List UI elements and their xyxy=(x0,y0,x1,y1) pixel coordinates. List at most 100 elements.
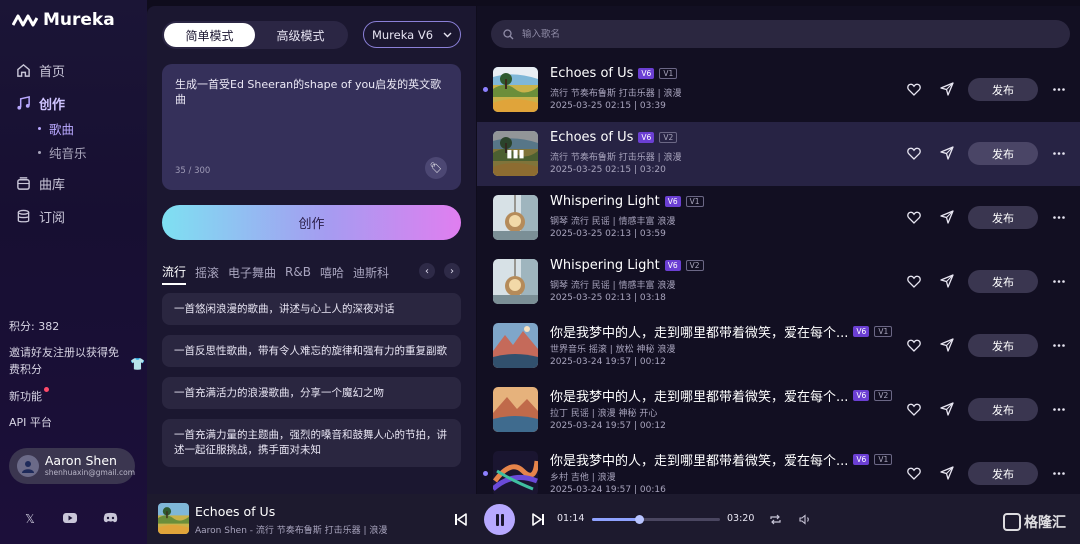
song-row[interactable]: 你是我梦中的人，走到哪里都带着微笑，爱在每个... V6 V1 世界音乐 摇滚 | 放… xyxy=(477,314,1080,378)
search-input[interactable] xyxy=(522,28,1042,40)
new-features-link[interactable]: 新功能 xyxy=(9,387,49,404)
invite-link[interactable]: 邀请好友注册以获得免费积分 👕 xyxy=(9,344,145,378)
genre-tab-disco[interactable]: 迪斯科 xyxy=(353,264,389,281)
api-platform-link[interactable]: API 平台 xyxy=(9,414,141,430)
like-button[interactable] xyxy=(905,272,923,290)
publish-button[interactable]: 发布 xyxy=(968,78,1038,101)
genre-tab-hiphop[interactable]: 嘻哈 xyxy=(320,264,344,281)
publish-button[interactable]: 发布 xyxy=(968,206,1038,229)
simple-mode-tab[interactable]: 简单模式 xyxy=(164,23,255,47)
logo[interactable]: Mureka xyxy=(12,10,115,30)
like-button[interactable] xyxy=(905,464,923,482)
song-cover[interactable] xyxy=(493,451,538,496)
publish-button[interactable]: 发布 xyxy=(968,462,1038,485)
share-button[interactable] xyxy=(938,144,956,162)
version-select[interactable]: Mureka V6 xyxy=(363,21,461,48)
song-row[interactable]: ▮▮▮ Echoes of Us V6 V2 流行 节奏布鲁斯 打击乐器 | 浪漫 202… xyxy=(477,122,1080,186)
more-button[interactable] xyxy=(1050,400,1068,418)
song-title-line: Echoes of Us V6 V1 xyxy=(550,66,678,81)
genre-prev-button[interactable]: ‹ xyxy=(419,263,435,279)
version-tag: V1 xyxy=(874,326,893,337)
song-row[interactable]: Whispering Light V6 V1 钢琴 流行 民谣 | 情感丰富 浪漫 20… xyxy=(477,186,1080,250)
genre-next-button[interactable]: › xyxy=(444,263,460,279)
song-cover[interactable] xyxy=(493,259,538,304)
song-row[interactable]: Whispering Light V6 V2 钢琴 流行 民谣 | 情感丰富 浪漫 20… xyxy=(477,250,1080,314)
nav-sub-songs[interactable]: 歌曲 xyxy=(38,119,141,137)
more-button[interactable] xyxy=(1050,80,1068,98)
more-button[interactable] xyxy=(1050,464,1068,482)
like-button[interactable] xyxy=(905,80,923,98)
progress-knob[interactable] xyxy=(635,515,645,524)
song-row[interactable]: 你是我梦中的人，走到哪里都带着微笑，爱在每个... V6 V2 拉丁 民谣 | 浪漫 … xyxy=(477,378,1080,442)
nav-subscribe[interactable]: 订阅 xyxy=(16,206,141,226)
song-cover[interactable] xyxy=(493,387,538,432)
volume-button[interactable] xyxy=(795,509,815,529)
like-button[interactable] xyxy=(905,208,923,226)
repeat-button[interactable] xyxy=(765,509,785,529)
share-button[interactable] xyxy=(938,80,956,98)
progress-bar[interactable] xyxy=(592,515,720,524)
share-button[interactable] xyxy=(938,272,956,290)
publish-button[interactable]: 发布 xyxy=(968,334,1038,357)
publish-button[interactable]: 发布 xyxy=(968,142,1038,165)
share-button[interactable] xyxy=(938,464,956,482)
prompt-box[interactable]: 生成一首受Ed Sheeran的shape of you启发的英文歌曲 35 /… xyxy=(162,64,461,190)
suggestion-item[interactable]: 一首反思性歌曲，带有令人难忘的旋律和强有力的重复副歌 xyxy=(162,335,461,367)
suggestion-item[interactable]: 一首充满力量的主题曲，强烈的嗓音和鼓舞人心的节拍，讲述一起征服挑战，携手面对未知 xyxy=(162,419,461,467)
nav-create-label: 创作 xyxy=(39,97,66,113)
song-row[interactable]: Echoes of Us V6 V1 流行 节奏布鲁斯 打击乐器 | 浪漫 2025-0… xyxy=(477,58,1080,122)
active-dot xyxy=(38,126,41,130)
suggestion-item[interactable]: 一首充满活力的浪漫歌曲，分享一个魔幻之吻 xyxy=(162,377,461,409)
x-icon[interactable]: 𝕏 xyxy=(22,512,38,526)
send-icon xyxy=(940,274,954,288)
more-icon xyxy=(1053,471,1065,475)
like-button[interactable] xyxy=(905,144,923,162)
pause-icon xyxy=(495,513,504,526)
song-cover[interactable] xyxy=(493,67,538,112)
publish-button[interactable]: 发布 xyxy=(968,270,1038,293)
song-title-line: 你是我梦中的人，走到哪里都带着微笑，爱在每个... V6 V2 xyxy=(550,386,893,405)
search-bar[interactable] xyxy=(491,20,1070,48)
nav-sub-instrumental[interactable]: 纯音乐 xyxy=(38,143,141,161)
song-title: 你是我梦中的人，走到哪里都带着微笑，爱在每个... xyxy=(550,326,849,341)
song-cover[interactable]: ▮▮▮ xyxy=(493,131,538,176)
youtube-icon[interactable] xyxy=(62,512,78,526)
previous-button[interactable] xyxy=(450,509,470,529)
genre-tab-rock[interactable]: 摇滚 xyxy=(195,264,219,281)
more-button[interactable] xyxy=(1050,208,1068,226)
chevron-left-icon: ‹ xyxy=(425,265,429,277)
next-button[interactable] xyxy=(528,509,548,529)
more-icon xyxy=(1053,215,1065,219)
discord-icon[interactable] xyxy=(102,512,118,526)
more-button[interactable] xyxy=(1050,272,1068,290)
song-cover[interactable] xyxy=(493,323,538,368)
genre-tab-edm[interactable]: 电子舞曲 xyxy=(228,264,276,281)
more-icon xyxy=(1053,87,1065,91)
tag-button[interactable]: 🏷 xyxy=(425,157,447,179)
home-icon xyxy=(17,63,30,77)
song-meta: 2025-03-25 02:15 | 03:39 xyxy=(550,101,666,111)
send-icon xyxy=(940,82,954,96)
share-button[interactable] xyxy=(938,400,956,418)
genre-tab-rnb[interactable]: R&B xyxy=(285,265,311,279)
advanced-mode-tab[interactable]: 高级模式 xyxy=(255,23,346,47)
genre-tab-pop[interactable]: 流行 xyxy=(162,263,187,285)
song-title-line: 你是我梦中的人，走到哪里都带着微笑，爱在每个... V6 V1 xyxy=(550,450,893,469)
like-button[interactable] xyxy=(905,336,923,354)
version-tag: V2 xyxy=(874,390,893,401)
share-button[interactable] xyxy=(938,336,956,354)
pause-button[interactable] xyxy=(484,504,515,535)
prompt-input[interactable]: 生成一首受Ed Sheeran的shape of you启发的英文歌曲 xyxy=(175,77,445,107)
publish-button[interactable]: 发布 xyxy=(968,398,1038,421)
share-button[interactable] xyxy=(938,208,956,226)
like-button[interactable] xyxy=(905,400,923,418)
more-button[interactable] xyxy=(1050,144,1068,162)
nav-home[interactable]: 首页 xyxy=(16,60,141,80)
song-cover[interactable] xyxy=(493,195,538,240)
user-card[interactable]: Aaron Shen shenhuaxin@gmail.com xyxy=(9,448,135,484)
more-button[interactable] xyxy=(1050,336,1068,354)
nav-library[interactable]: 曲库 xyxy=(16,173,141,193)
nav-create[interactable]: 创作 xyxy=(16,93,141,113)
suggestion-item[interactable]: 一首悠闲浪漫的歌曲，讲述与心上人的深夜对话 xyxy=(162,293,461,325)
create-button[interactable]: 创作 xyxy=(162,205,461,240)
